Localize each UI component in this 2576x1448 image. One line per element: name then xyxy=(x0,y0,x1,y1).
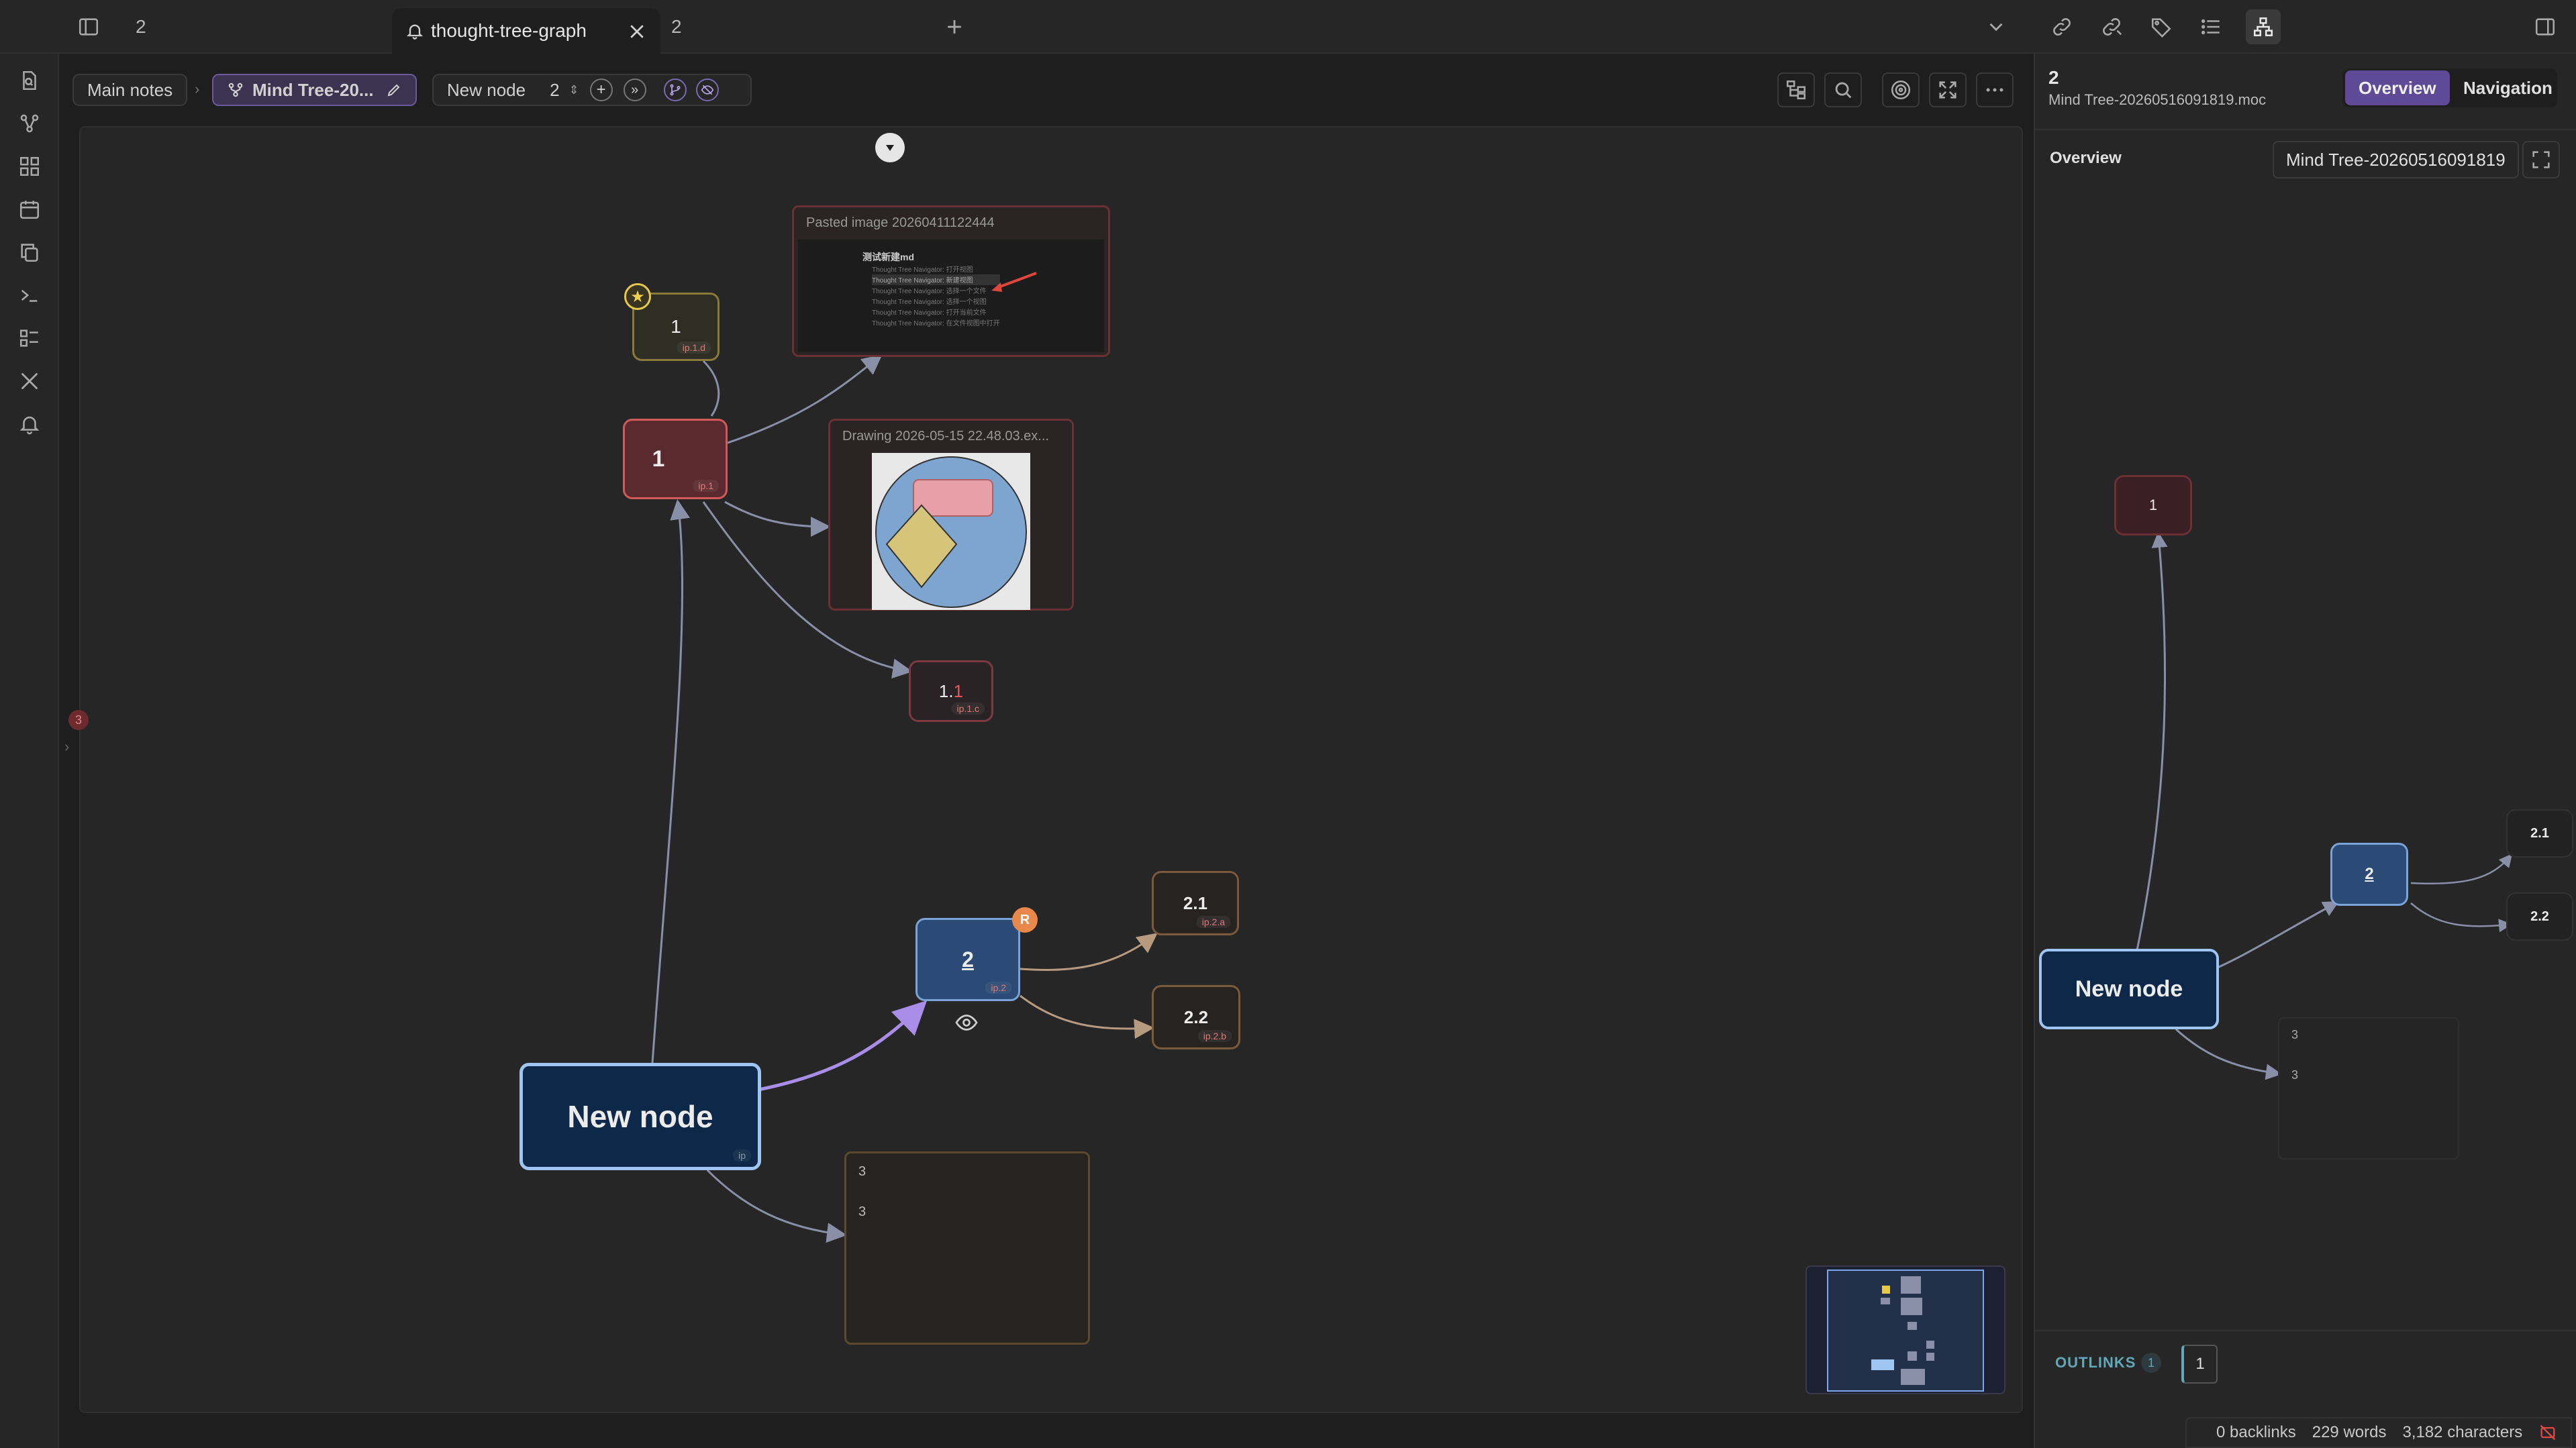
node-label: 1. xyxy=(938,680,954,701)
preview-line: Thought Tree Navigator: 选择一个视图 xyxy=(872,299,987,306)
node-2[interactable]: 2 ip.2 xyxy=(915,918,1020,1001)
sync-off-icon[interactable] xyxy=(2538,1423,2557,1442)
node-tag: ip.2.b xyxy=(1197,1030,1232,1042)
node-label: 2 xyxy=(962,947,974,972)
tree-graph-icon[interactable] xyxy=(2246,9,2281,44)
edge-1-to-1small xyxy=(702,360,720,417)
node-label: 2.1 xyxy=(1183,892,1208,913)
minimap-mark xyxy=(1901,1298,1922,1315)
node-label: New node xyxy=(567,1099,713,1134)
pasted-image-card[interactable]: Pasted image 20260411122444 测试新建md Thoug… xyxy=(792,205,1110,357)
node-tag: ip.2.a xyxy=(1196,916,1230,928)
node-1-1[interactable]: 1.1 ip.1.c xyxy=(909,660,993,722)
node-2-badge[interactable]: R xyxy=(1012,907,1038,933)
node-3-line: 3 xyxy=(858,1204,866,1219)
node-2-2[interactable]: 2.2 ip.2.b xyxy=(1152,985,1240,1049)
edge-2-to-22 xyxy=(1020,994,1154,1039)
drawing-preview xyxy=(872,453,1030,610)
edge-newnode-to-1 xyxy=(651,499,691,1064)
minimap-mark xyxy=(1926,1341,1934,1349)
drawing-card[interactable]: Drawing 2026-05-15 22.48.03.ex... xyxy=(828,419,1074,611)
list-icon[interactable] xyxy=(2196,12,2226,42)
minimap-mark xyxy=(1908,1351,1917,1361)
eye-icon[interactable] xyxy=(953,1011,980,1035)
minimap-mark xyxy=(1908,1322,1917,1330)
node-label: 1 xyxy=(671,316,681,337)
mini-node-1[interactable]: 1 xyxy=(2114,475,2192,535)
node-2-1[interactable]: 2.1 ip.2.a xyxy=(1152,871,1239,935)
mini-node-2[interactable]: 2 xyxy=(2330,843,2408,906)
node-label: 2 xyxy=(2365,865,2374,883)
outlink-item[interactable]: 1 xyxy=(2181,1345,2218,1384)
arrow-annotation-icon xyxy=(991,272,1037,292)
node-tag: ip xyxy=(733,1149,751,1161)
status-words: 229 words xyxy=(2312,1423,2387,1441)
collapse-toggle-icon[interactable] xyxy=(875,133,905,162)
node-tag: ip.1.d xyxy=(677,342,711,354)
outgoing-link-icon[interactable] xyxy=(2097,12,2126,42)
node-tag: ip.1.c xyxy=(951,703,985,715)
preview-line: Thought Tree Navigator: 新建视图 xyxy=(872,274,1000,285)
node-label: 2.1 xyxy=(2530,825,2549,841)
node-tag: ip.2 xyxy=(985,982,1011,994)
node-label: 1 xyxy=(652,446,665,472)
node-label: 2.2 xyxy=(2530,909,2549,924)
status-backlinks[interactable]: 0 backlinks xyxy=(2216,1423,2296,1442)
side-count-badge[interactable]: 3 xyxy=(68,710,89,730)
drawing-title: Drawing 2026-05-15 22.48.03.ex... xyxy=(842,429,1049,444)
side-chevron-icon[interactable]: › xyxy=(64,738,69,756)
outlinks-count: 1 xyxy=(2141,1353,2161,1373)
preview-line: Thought Tree Navigator: 打开当前文件 xyxy=(872,309,987,317)
node-new-node[interactable]: New node ip xyxy=(519,1063,761,1170)
link-icon[interactable] xyxy=(2047,12,2077,42)
mini-node-2-2[interactable]: 2.2 xyxy=(2506,892,2573,941)
edge-2-to-21 xyxy=(1020,933,1158,972)
node-label: 1 xyxy=(2148,497,2158,513)
minimap-mark xyxy=(1871,1359,1894,1370)
preview-heading: 测试新建md xyxy=(862,252,914,262)
status-chars: 3,182 characters xyxy=(2402,1423,2523,1441)
right-sidebar-toggle-icon[interactable] xyxy=(2530,12,2560,42)
edge-newnode-to-2 xyxy=(758,1000,928,1092)
edge-newnode-to-3 xyxy=(706,1169,847,1243)
node-3[interactable]: 3 3 xyxy=(844,1151,1090,1345)
pasted-image-title: Pasted image 20260411122444 xyxy=(806,215,995,230)
right-pane: 2 Mind Tree-20260516091819.moc Overview … xyxy=(2034,54,2576,1448)
node-label: New node xyxy=(2075,976,2183,1002)
node-3-line: 3 xyxy=(2291,1028,2299,1041)
node-1[interactable]: 1 ip.1 xyxy=(623,419,728,499)
node-tag: ip.1 xyxy=(693,480,719,492)
minimap[interactable] xyxy=(1805,1265,2005,1394)
node-3-line: 3 xyxy=(2291,1068,2299,1082)
mini-node-2-1[interactable]: 2.1 xyxy=(2506,809,2573,858)
minimap-mark xyxy=(1901,1276,1921,1294)
star-icon: ★ xyxy=(624,283,651,310)
outlinks-label: OUTLINKS xyxy=(2055,1354,2136,1371)
pasted-image-preview: 测试新建md Thought Tree Navigator: 打开视图 Thou… xyxy=(798,240,1104,352)
node-label-accent: 1 xyxy=(953,680,964,701)
status-bar: 0 backlinks 229 words 3,182 characters xyxy=(2185,1417,2573,1448)
preview-line: Thought Tree Navigator: 选择一个文件 xyxy=(872,288,987,295)
minimap-mark xyxy=(1901,1369,1925,1385)
minimap-mark xyxy=(1882,1286,1890,1294)
preview-line: Thought Tree Navigator: 在文件视图中打开 xyxy=(872,320,1000,327)
preview-list: Thought Tree Navigator: 打开视图 Thought Tre… xyxy=(865,264,1000,328)
mini-node-3[interactable]: 3 3 xyxy=(2278,1017,2459,1159)
node-label: 2.2 xyxy=(1183,1006,1209,1027)
tag-icon[interactable] xyxy=(2146,12,2176,42)
divider xyxy=(2035,1330,2576,1331)
mini-node-new-node[interactable]: New node xyxy=(2039,949,2219,1029)
node-3-line: 3 xyxy=(858,1164,866,1179)
preview-line: Thought Tree Navigator: 打开视图 xyxy=(872,266,973,274)
edge-1-to-drawing xyxy=(724,501,831,537)
minimap-mark xyxy=(1926,1353,1934,1361)
minimap-mark xyxy=(1881,1298,1890,1304)
